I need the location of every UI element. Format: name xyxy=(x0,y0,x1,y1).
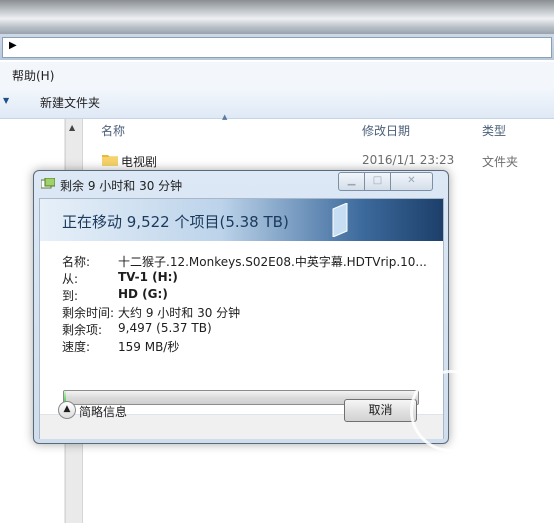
minimize-button[interactable]: ▁ xyxy=(338,172,365,191)
folder-icon xyxy=(102,155,118,166)
file-row-modified: 2016/1/1 23:23 xyxy=(362,153,455,167)
info-value: 9,497 (5.37 TB) xyxy=(118,321,212,335)
address-field[interactable]: ▶ xyxy=(2,37,552,58)
info-label: 剩余项: xyxy=(62,323,103,337)
file-row-type: 文件夹 xyxy=(482,155,519,169)
info-label: 速度: xyxy=(62,340,91,354)
menu-help[interactable]: 帮助(H) xyxy=(12,67,54,84)
close-button[interactable]: ✕ xyxy=(390,172,433,191)
organize-dropdown-icon[interactable]: ▼ xyxy=(3,96,9,105)
maximize-button[interactable]: □ xyxy=(364,172,391,191)
file-row-name[interactable]: 电视剧 xyxy=(121,153,157,170)
toolbar: ▼ 新建文件夹 xyxy=(0,86,554,119)
info-value: 大约 9 小时和 30 分钟 xyxy=(118,306,241,320)
scroll-up-icon[interactable]: ▲ xyxy=(69,123,75,132)
column-header-type[interactable]: 类型 xyxy=(482,122,506,139)
dialog-banner: 正在移动 9,522 个项目(5.38 TB) xyxy=(40,199,443,241)
collapse-details-icon[interactable]: ▲ xyxy=(58,401,76,419)
cancel-button[interactable]: 取消 xyxy=(344,399,417,422)
fewer-details-toggle[interactable]: 简略信息 xyxy=(79,403,127,420)
info-value: 159 MB/秒 xyxy=(118,340,180,354)
window-title-bar xyxy=(0,0,554,34)
info-value: 十二猴子.12.Monkeys.S02E08.中英字幕.HDTVrip.10..… xyxy=(118,255,427,269)
info-label: 到: xyxy=(62,289,79,303)
new-folder-button[interactable]: 新建文件夹 xyxy=(40,94,100,111)
info-label: 从: xyxy=(62,272,79,286)
document-glass-icon xyxy=(332,203,348,237)
info-label: 剩余时间: xyxy=(62,306,115,320)
column-header-modified[interactable]: 修改日期 xyxy=(362,122,410,139)
destination-drive-link[interactable]: HD (G:) xyxy=(118,287,168,301)
address-bar: ▶ xyxy=(0,34,554,60)
dialog-heading: 正在移动 9,522 个项目(5.38 TB) xyxy=(62,213,289,231)
sort-indicator-icon: ▲ xyxy=(222,113,228,121)
watermark-logo-icon xyxy=(410,370,492,452)
source-drive-link[interactable]: TV-1 (H:) xyxy=(118,270,178,284)
menu-bar: 帮助(H) xyxy=(0,62,554,87)
move-progress-dialog: 剩余 9 小时和 30 分钟 ▁ □ ✕ 正在移动 9,522 个项目(5.38… xyxy=(33,170,449,444)
column-header-name[interactable]: 名称 xyxy=(101,122,125,139)
copy-dialog-icon xyxy=(41,178,55,189)
info-label: 名称: xyxy=(62,255,91,269)
dialog-title: 剩余 9 小时和 30 分钟 xyxy=(60,179,183,193)
address-chevron-icon[interactable]: ▶ xyxy=(9,40,17,51)
